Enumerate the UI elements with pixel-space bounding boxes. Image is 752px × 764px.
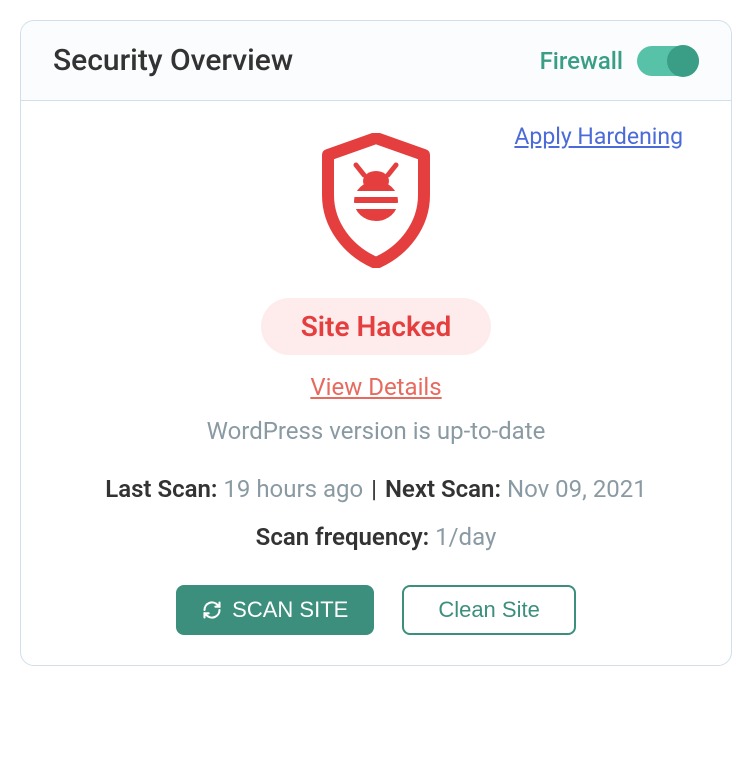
wp-version-status: WordPress version is up-to-date <box>53 417 699 445</box>
action-buttons: SCAN SITE Clean Site <box>53 585 699 635</box>
last-scan-label: Last Scan: <box>105 475 217 503</box>
clean-site-button[interactable]: Clean Site <box>402 585 576 635</box>
next-scan-value: Nov 09, 2021 <box>507 475 647 503</box>
view-details-link[interactable]: View Details <box>53 373 699 401</box>
card-title: Security Overview <box>53 43 293 78</box>
status-badge: Site Hacked <box>261 298 492 355</box>
scan-site-label: SCAN SITE <box>232 597 348 623</box>
last-scan-value: 19 hours ago <box>223 475 363 503</box>
security-overview-card: Security Overview Firewall Apply Hardeni… <box>20 20 732 666</box>
firewall-label: Firewall <box>540 47 623 75</box>
clean-site-label: Clean Site <box>438 597 540 623</box>
card-body: Apply Hardening Site Hacked View Details… <box>21 101 731 665</box>
scan-divider: | <box>371 475 377 503</box>
freq-label: Scan frequency: <box>256 523 430 551</box>
card-header: Security Overview Firewall <box>21 21 731 101</box>
shield-bug-icon <box>316 133 436 268</box>
firewall-toggle[interactable] <box>637 46 699 76</box>
refresh-icon <box>202 600 222 620</box>
firewall-control: Firewall <box>540 46 699 76</box>
scan-frequency-row: Scan frequency: 1/day <box>53 523 699 551</box>
apply-hardening-link[interactable]: Apply Hardening <box>514 123 683 150</box>
scan-info-row: Last Scan: 19 hours ago | Next Scan: Nov… <box>53 475 699 503</box>
next-scan-label: Next Scan: <box>385 475 501 503</box>
scan-site-button[interactable]: SCAN SITE <box>176 585 374 635</box>
freq-value: 1/day <box>435 523 496 551</box>
status-icon-wrap <box>53 133 699 268</box>
toggle-knob <box>667 45 699 77</box>
